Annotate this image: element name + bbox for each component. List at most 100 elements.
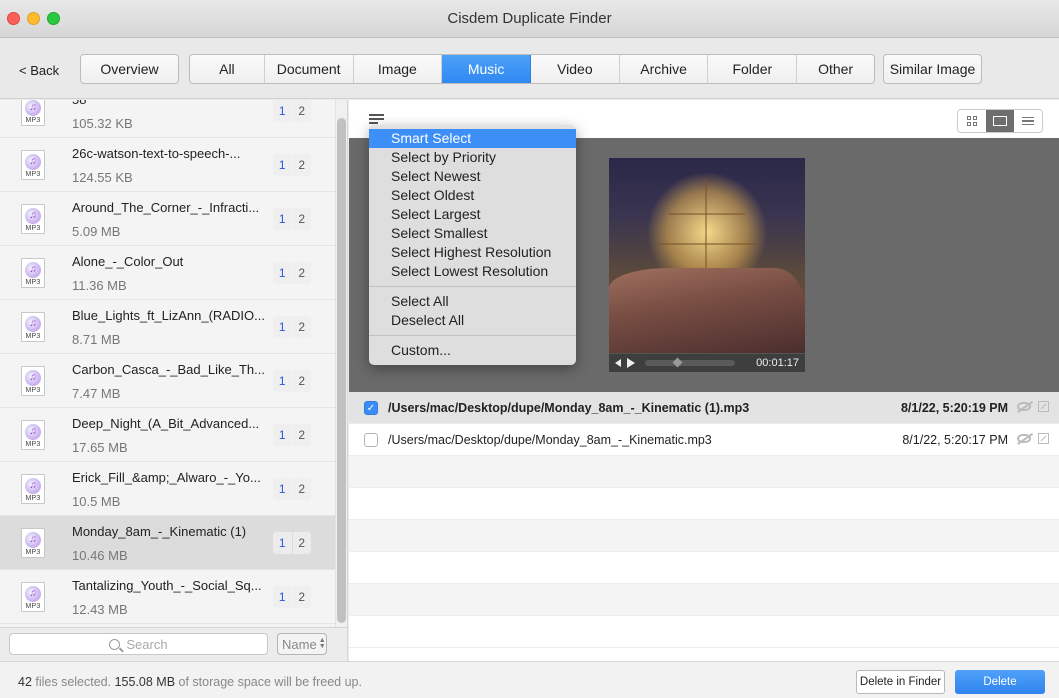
freed-size: 155.08 MB xyxy=(114,675,176,689)
grid-view-icon[interactable] xyxy=(958,110,986,132)
reveal-in-finder-icon[interactable] xyxy=(1038,433,1049,444)
file-name: Monday_8am_-_Kinematic (1) xyxy=(72,524,247,539)
file-size: 124.55 KB xyxy=(72,170,133,185)
mp3-file-icon: ♫ MP3 xyxy=(21,150,45,180)
select-checkbox[interactable]: ✓ xyxy=(364,401,378,415)
file-group-item[interactable]: ♫ MP3 Erick_Fill_&amp;_Alwaro_-_Yo... 10.5 … xyxy=(0,462,335,516)
similar-image-button[interactable]: Similar Image xyxy=(883,54,982,84)
playback-slider[interactable] xyxy=(645,357,735,368)
menu-item-select-oldest[interactable]: Select Oldest xyxy=(369,186,576,205)
selected-count: 42 xyxy=(18,675,32,689)
menu-item-select-largest[interactable]: Select Largest xyxy=(369,205,576,224)
delete-in-finder-button[interactable]: Delete in Finder xyxy=(856,670,945,694)
select-checkbox[interactable] xyxy=(364,433,378,447)
empty-row xyxy=(349,584,1059,616)
duplicate-count-badge: 12 xyxy=(273,532,311,554)
modified-date: 8/1/22, 5:20:19 PM xyxy=(900,401,1008,415)
category-tabs: All Document Image Music Video Archive F… xyxy=(189,54,875,84)
file-group-item[interactable]: ♫ MP3 Around_The_Corner_-_Infracti... 5.09 … xyxy=(0,192,335,246)
menu-item-deselect-all[interactable]: Deselect All xyxy=(369,311,576,330)
back-button[interactable]: < Back xyxy=(19,63,59,78)
search-placeholder: Search xyxy=(126,636,168,652)
sidebar-footer: Search Name ▲ ▼ xyxy=(0,627,348,661)
empty-row xyxy=(349,488,1059,520)
modified-date: 8/1/22, 5:20:17 PM xyxy=(902,433,1008,447)
duplicate-count-badge: 12 xyxy=(273,424,311,446)
file-path: /Users/mac/Desktop/dupe/Monday_8am_-_Kin… xyxy=(388,401,750,415)
file-group-item[interactable]: ♫ MP3 Blue_Lights_ft_LizAnn_(RADIO... 8.71 … xyxy=(0,300,335,354)
overview-button[interactable]: Overview xyxy=(80,54,179,84)
preview-view-icon[interactable] xyxy=(986,110,1014,132)
reveal-in-finder-icon[interactable] xyxy=(1038,401,1049,412)
file-group-item[interactable]: ♫ MP3 Deep_Night_(A_Bit_Advanced... 17.65 M… xyxy=(0,408,335,462)
file-name: 58 xyxy=(72,100,86,107)
sort-select[interactable]: Name ▲ ▼ xyxy=(277,633,327,655)
file-name: 26c-watson-text-to-speech-... xyxy=(72,146,241,161)
delete-button[interactable]: Delete xyxy=(955,670,1045,694)
empty-row xyxy=(349,520,1059,552)
empty-row xyxy=(349,456,1059,488)
file-group-item[interactable]: ♫ MP3 Tantalizing_Youth_-_Social_Sq... 12.4… xyxy=(0,570,335,624)
search-input[interactable]: Search xyxy=(9,633,268,655)
mp3-file-icon: ♫ MP3 xyxy=(21,100,45,126)
duplicate-file-list: ✓ /Users/mac/Desktop/dupe/Monday_8am_-_Ki… xyxy=(349,392,1059,648)
duplicate-count-badge: 12 xyxy=(273,262,311,284)
mp3-file-icon: ♫ MP3 xyxy=(21,528,45,558)
menu-item-custom[interactable]: Custom... xyxy=(369,341,576,360)
playback-slider-knob[interactable] xyxy=(672,357,683,368)
menu-separator xyxy=(369,335,576,336)
file-name: Alone_-_Color_Out xyxy=(72,254,184,269)
file-name: Carbon_Casca_-_Bad_Like_Th... xyxy=(72,362,265,377)
menu-item-select-lowest-resolution[interactable]: Select Lowest Resolution xyxy=(369,262,576,281)
preview-eye-icon[interactable] xyxy=(1017,434,1031,443)
file-group-item[interactable]: ♫ MP3 Monday_8am_-_Kinematic (1) 10.46 MB 1 2 xyxy=(0,516,335,570)
tab-folder[interactable]: Folder xyxy=(708,55,798,83)
tab-music[interactable]: Music xyxy=(442,55,531,83)
file-name: Deep_Night_(A_Bit_Advanced... xyxy=(72,416,260,431)
file-size: 8.71 MB xyxy=(72,332,121,347)
play-button[interactable] xyxy=(627,358,635,368)
status-text: files selected. xyxy=(31,675,115,689)
menu-item-select-by-priority[interactable]: Select by Priority xyxy=(369,148,576,167)
select-menu: Smart Select Select by Priority Select New… xyxy=(369,125,576,365)
stepper-arrows-icon: ▲ ▼ xyxy=(318,637,326,650)
tab-image[interactable]: Image xyxy=(354,55,443,83)
view-mode-toggle xyxy=(957,109,1043,133)
scrollbar-thumb[interactable] xyxy=(337,118,346,623)
file-size: 105.32 KB xyxy=(72,116,133,131)
file-group-item[interactable]: ♫ MP3 26c-watson-text-to-speech-... 124.55 … xyxy=(0,138,335,192)
file-group-item[interactable]: ♫ MP3 Alone_-_Color_Out 11.36 MB 1 2 xyxy=(0,246,335,300)
menu-item-select-newest[interactable]: Select Newest xyxy=(369,167,576,186)
volume-icon[interactable] xyxy=(615,359,621,367)
title-bar: Cisdem Duplicate Finder xyxy=(0,0,1059,38)
duplicate-count-badge: 12 xyxy=(273,478,311,500)
preview-eye-icon[interactable] xyxy=(1017,402,1031,411)
duplicate-count-badge: 12 xyxy=(273,316,311,338)
window-title: Cisdem Duplicate Finder xyxy=(447,10,612,27)
duplicate-row[interactable]: ✓ /Users/mac/Desktop/dupe/Monday_8am_-_Ki… xyxy=(349,392,1059,424)
menu-item-smart-select[interactable]: Smart Select xyxy=(369,129,576,148)
file-group-item[interactable]: ♫MP3 58 105.32 KB 12 xyxy=(0,100,335,138)
duplicate-count-badge: 12 xyxy=(273,370,311,392)
toolbar: < Back Overview All Document Image Music… xyxy=(0,39,1059,99)
duplicate-count-badge: 12 xyxy=(273,208,311,230)
mp3-file-icon: ♫ MP3 xyxy=(21,366,45,396)
empty-row xyxy=(349,616,1059,648)
tab-document[interactable]: Document xyxy=(265,55,354,83)
tab-all[interactable]: All xyxy=(190,55,265,83)
menu-item-select-smallest[interactable]: Select Smallest xyxy=(369,224,576,243)
tab-archive[interactable]: Archive xyxy=(620,55,709,83)
select-menu-icon[interactable] xyxy=(369,114,384,124)
duplicate-row[interactable]: /Users/mac/Desktop/dupe/Monday_8am_-_Kin… xyxy=(349,424,1059,456)
file-name: Blue_Lights_ft_LizAnn_(RADIO... xyxy=(72,308,265,323)
menu-item-select-highest-resolution[interactable]: Select Highest Resolution xyxy=(369,243,576,262)
tab-other[interactable]: Other xyxy=(797,55,874,83)
menu-item-select-all[interactable]: Select All xyxy=(369,292,576,311)
duplicate-count-badge: 12 xyxy=(273,100,311,122)
file-group-list: ♫MP3 58 105.32 KB 12 ♫MP3 26c-watson-text-to-… xyxy=(0,100,348,627)
mp3-file-icon: ♫ MP3 xyxy=(21,258,45,288)
tab-video[interactable]: Video xyxy=(531,55,620,83)
list-view-icon[interactable] xyxy=(1014,110,1042,132)
album-artwork xyxy=(609,158,805,353)
file-group-item[interactable]: ♫ MP3 Carbon_Casca_-_Bad_Like_Th... 7.47 MB… xyxy=(0,354,335,408)
